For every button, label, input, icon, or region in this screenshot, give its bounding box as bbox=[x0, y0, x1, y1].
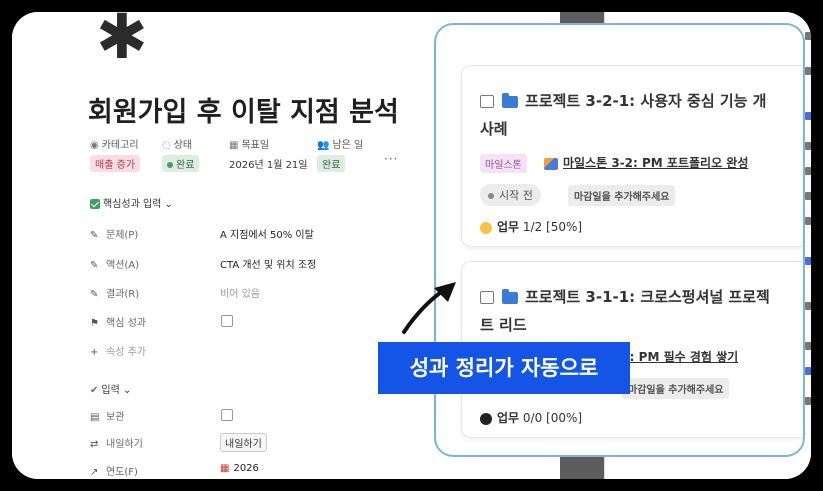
status-dot-icon bbox=[167, 162, 173, 168]
card-1-milestone-tag[interactable]: 마일스톤 bbox=[480, 154, 527, 173]
archive-checkbox[interactable] bbox=[221, 409, 233, 421]
sidebar-bit bbox=[805, 32, 811, 40]
sidebar-bit bbox=[805, 302, 811, 310]
prop-header-category: ◉ 카테고리 bbox=[90, 140, 139, 151]
lock-icon bbox=[480, 95, 494, 108]
row-year-label[interactable]: ↗ 연도(F) bbox=[90, 463, 138, 478]
row-action-label[interactable]: ✎ 액션(A) bbox=[90, 256, 139, 271]
checkbox-icon bbox=[90, 199, 100, 209]
category-tag[interactable]: 매출 증가 bbox=[90, 155, 140, 172]
project-card-1[interactable]: 프로젝트 3-2-1: 사용자 중심 기능 개 사례 마일스톤 마일스톤 3-2… bbox=[461, 65, 803, 247]
card-1-status[interactable]: 시작 전 bbox=[480, 184, 541, 206]
category-icon: ◉ bbox=[90, 140, 99, 151]
do-tomorrow-button[interactable]: 내일하기 bbox=[220, 433, 267, 452]
row-action-value[interactable]: CTA 개선 및 위치 조정 bbox=[220, 256, 316, 271]
row-problem-label[interactable]: ✎ 문제(P) bbox=[90, 226, 138, 241]
people-icon: 👥 bbox=[317, 140, 330, 151]
row-archive-label[interactable]: ▤ 보관 bbox=[90, 408, 124, 423]
add-property-button[interactable]: + 속성 추가 bbox=[90, 343, 146, 358]
card-1-milestone-link[interactable]: 마일스톤 3-2: PM 포트폴리오 완성 bbox=[544, 154, 748, 171]
sidebar-bit bbox=[805, 192, 811, 200]
sidebar-bit bbox=[805, 67, 811, 75]
card-1-title[interactable]: 프로젝트 3-2-1: 사용자 중심 기능 개 bbox=[480, 90, 766, 111]
card-2-deadline[interactable]: 마감일을 추가해주세요 bbox=[622, 378, 730, 399]
screen: ✱ 회원가입 후 이탈 지점 분석 ◉ 카테고리 ◌ 상태 ▦ 목표일 👥 남은 일 매… bbox=[12, 12, 811, 479]
key-result-checkbox[interactable] bbox=[221, 315, 233, 327]
sidebar-bit bbox=[805, 112, 811, 120]
plus-icon: + bbox=[90, 347, 99, 358]
lock-icon bbox=[480, 291, 494, 304]
flag-icon: ⚑ bbox=[90, 318, 99, 329]
section-core-results[interactable]: 핵심성과 입력 ⌄ bbox=[90, 195, 173, 210]
folder-icon bbox=[502, 288, 518, 304]
caption-banner: 성과 정리가 자동으로 bbox=[378, 342, 630, 394]
sidebar-bit bbox=[805, 167, 811, 175]
status-dot-icon bbox=[488, 193, 494, 199]
sidebar-bit bbox=[805, 142, 811, 150]
page-title[interactable]: 회원가입 후 이탈 지점 분석 bbox=[88, 90, 399, 129]
check-icon: ✔ bbox=[90, 385, 99, 396]
remaining-tag[interactable]: 완료 bbox=[317, 155, 346, 172]
section-input[interactable]: ✔ 입력 ⌄ bbox=[90, 381, 131, 396]
row-tomorrow-label[interactable]: ⇄ 내일하기 bbox=[90, 435, 143, 450]
pencil-icon: ✎ bbox=[90, 289, 99, 300]
card-1-task-progress: 업무 1/2 [50%] bbox=[480, 218, 582, 235]
prop-header-status: ◌ 상태 bbox=[162, 140, 193, 151]
card-2-title-line2: 트 리드 bbox=[480, 316, 527, 334]
arrow-up-right-icon: ↗ bbox=[90, 467, 99, 478]
page-icon[interactable]: ✱ bbox=[96, 12, 148, 68]
prop-header-target-date: ▦ 목표일 bbox=[229, 140, 270, 151]
swap-icon: ⇄ bbox=[90, 439, 99, 450]
archive-icon: ▤ bbox=[90, 412, 100, 423]
calendar-icon: ▦ bbox=[229, 140, 239, 151]
row-year-value[interactable]: ▦ 2026 bbox=[220, 463, 259, 474]
pencil-icon: ✎ bbox=[90, 230, 99, 241]
pencil-icon: ✎ bbox=[90, 260, 99, 271]
more-properties-icon[interactable]: ··· bbox=[384, 152, 398, 166]
status-tag[interactable]: 완료 bbox=[162, 155, 200, 172]
row-key-result-label[interactable]: ⚑ 핵심 성과 bbox=[90, 314, 146, 329]
card-1-deadline[interactable]: 마감일을 추가해주세요 bbox=[568, 185, 676, 206]
card-2-title[interactable]: 프로젝트 3-1-1: 크로스펑셔널 프로젝 bbox=[480, 286, 770, 307]
sidebar-bit bbox=[805, 397, 811, 405]
row-result-value[interactable]: 비어 있음 bbox=[220, 285, 260, 300]
task-status-icon bbox=[480, 221, 492, 234]
calendar-icon: ▦ bbox=[220, 463, 230, 474]
sidebar-bit bbox=[805, 257, 811, 265]
row-problem-value[interactable]: A 지점에서 50% 이탈 bbox=[220, 226, 314, 241]
sidebar-bit bbox=[805, 342, 811, 350]
status-icon: ◌ bbox=[162, 140, 171, 151]
row-result-label[interactable]: ✎ 결과(R) bbox=[90, 285, 139, 300]
pointer-arrow-icon bbox=[402, 282, 456, 334]
card-2-task-progress: 업무 0/0 [00%] bbox=[480, 409, 582, 426]
sidebar-bit bbox=[805, 367, 811, 375]
card-1-title-line2: 사례 bbox=[480, 120, 508, 138]
task-status-icon bbox=[480, 412, 492, 425]
folder-icon bbox=[502, 92, 518, 108]
target-date-value[interactable]: 2026년 1월 21일 bbox=[229, 156, 308, 171]
device-frame: ✱ 회원가입 후 이탈 지점 분석 ◉ 카테고리 ◌ 상태 ▦ 목표일 👥 남은 일 매… bbox=[0, 0, 823, 491]
milestone-icon bbox=[544, 157, 558, 170]
sidebar-bit bbox=[805, 217, 811, 225]
prop-header-remaining: 👥 남은 일 bbox=[317, 140, 364, 151]
